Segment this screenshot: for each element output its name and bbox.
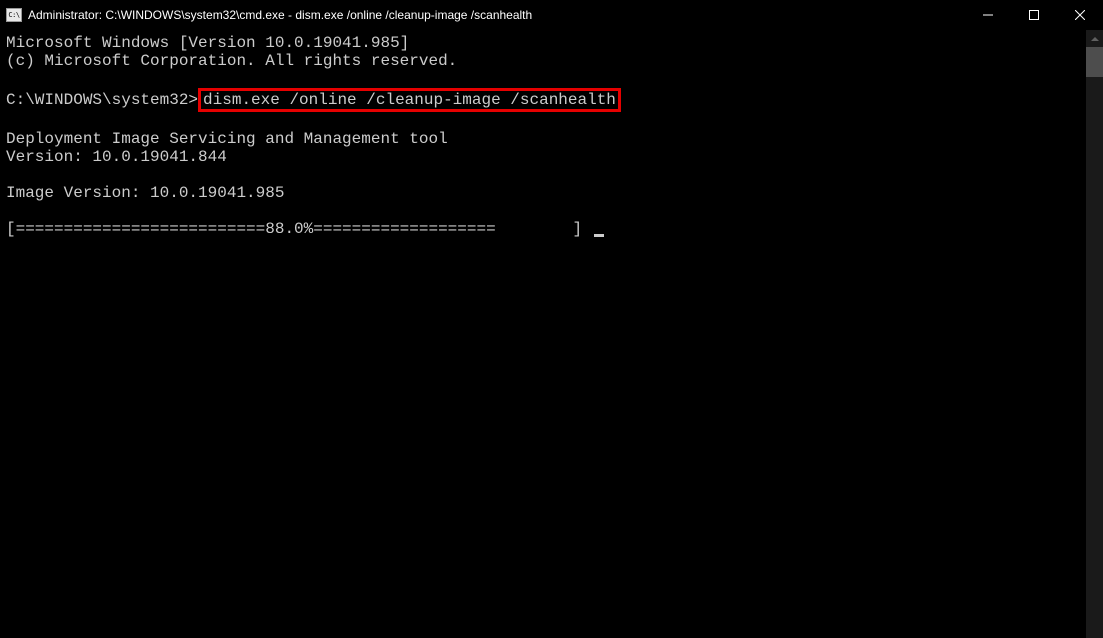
titlebar-left: Administrator: C:\WINDOWS\system32\cmd.e… — [6, 8, 532, 22]
titlebar[interactable]: Administrator: C:\WINDOWS\system32\cmd.e… — [0, 0, 1103, 30]
terminal-output[interactable]: Microsoft Windows [Version 10.0.19041.98… — [0, 30, 1103, 638]
command-text: dism.exe /online /cleanup-image /scanhea… — [203, 91, 616, 109]
minimize-button[interactable] — [965, 0, 1011, 30]
cmd-icon — [6, 8, 22, 22]
cursor — [594, 234, 604, 237]
window-title: Administrator: C:\WINDOWS\system32\cmd.e… — [28, 8, 532, 22]
prompt-prefix: C:\WINDOWS\system32> — [6, 91, 198, 109]
output-line: Microsoft Windows [Version 10.0.19041.98… — [6, 34, 1103, 52]
output-line: Image Version: 10.0.19041.985 — [6, 184, 1103, 202]
output-line: Deployment Image Servicing and Managemen… — [6, 130, 1103, 148]
scroll-up-button[interactable] — [1086, 30, 1103, 47]
progress-line: [==========================88.0%========… — [6, 220, 1103, 238]
close-button[interactable] — [1057, 0, 1103, 30]
output-line: (c) Microsoft Corporation. All rights re… — [6, 52, 1103, 70]
vertical-scrollbar[interactable] — [1086, 30, 1103, 638]
window-controls — [965, 0, 1103, 30]
prompt-line: C:\WINDOWS\system32> dism.exe /online /cl… — [6, 88, 1103, 112]
progress-text: [==========================88.0%========… — [6, 220, 592, 238]
scroll-thumb[interactable] — [1086, 47, 1103, 77]
cmd-window: Administrator: C:\WINDOWS\system32\cmd.e… — [0, 0, 1103, 638]
maximize-button[interactable] — [1011, 0, 1057, 30]
output-line: Version: 10.0.19041.844 — [6, 148, 1103, 166]
command-highlight: dism.exe /online /cleanup-image /scanhea… — [198, 88, 621, 112]
